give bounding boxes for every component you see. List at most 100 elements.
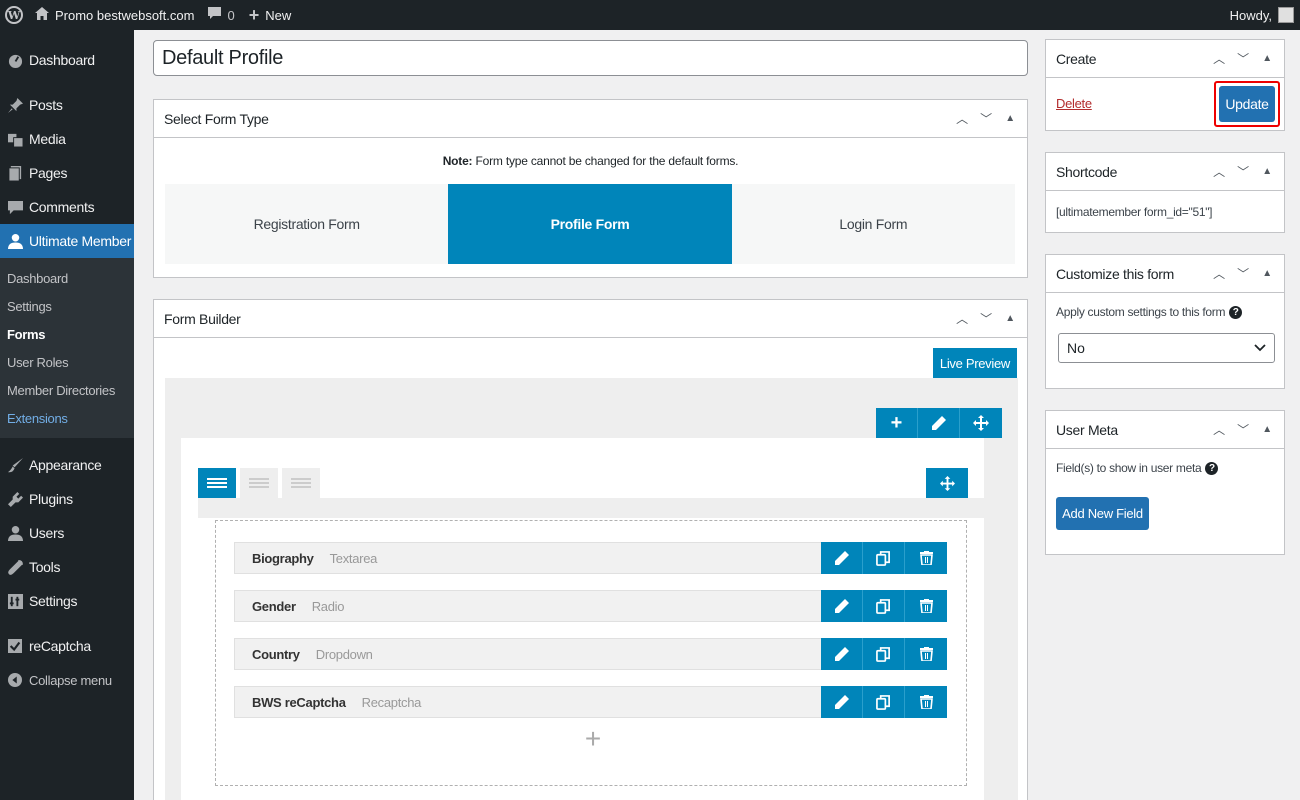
- duplicate-field-button[interactable]: [863, 590, 905, 622]
- account-menu[interactable]: Howdy,: [1230, 0, 1294, 30]
- collapse-menu-button[interactable]: Collapse menu: [0, 663, 134, 697]
- toggle-triangle-icon[interactable]: ▲: [1260, 53, 1274, 64]
- live-preview-button[interactable]: Live Preview: [932, 348, 1017, 378]
- sidebar-item-ultimate-member[interactable]: Ultimate Member: [0, 224, 134, 258]
- chevron-down-icon[interactable]: ﹀: [1236, 265, 1250, 282]
- submenu-item-settings[interactable]: Settings: [0, 292, 134, 320]
- new-content-link[interactable]: + New: [242, 0, 299, 30]
- sidebar-item-comments[interactable]: Comments: [0, 190, 134, 224]
- form-type-profile[interactable]: Profile Form: [448, 184, 732, 264]
- edit-field-button[interactable]: [821, 686, 863, 718]
- delete-field-button[interactable]: [905, 542, 947, 574]
- customize-select[interactable]: No: [1058, 333, 1275, 363]
- sidebar-item-posts[interactable]: Posts: [0, 88, 134, 122]
- sidebar-item-label: Media: [29, 131, 66, 147]
- chevron-up-icon[interactable]: ︿: [1212, 265, 1226, 282]
- customize-label: Apply custom settings to this form?: [1056, 305, 1243, 320]
- toggle-triangle-icon[interactable]: ▲: [1260, 166, 1274, 177]
- sidebar-item-tools[interactable]: Tools: [0, 550, 134, 584]
- edit-field-button[interactable]: [821, 590, 863, 622]
- trash-icon: [919, 551, 933, 565]
- brush-icon: [7, 457, 23, 473]
- edit-row-button[interactable]: [918, 408, 960, 438]
- sidebar-item-users[interactable]: Users: [0, 516, 134, 550]
- sidebar-item-pages[interactable]: Pages: [0, 156, 134, 190]
- chevron-down-icon[interactable]: ﹀: [1236, 163, 1250, 180]
- delete-field-button[interactable]: [905, 686, 947, 718]
- toggle-triangle-icon[interactable]: ▲: [1003, 113, 1017, 124]
- chevron-up-icon[interactable]: ︿: [1212, 421, 1226, 438]
- sidebar-item-appearance[interactable]: Appearance: [0, 448, 134, 482]
- chevron-up-icon[interactable]: ︿: [955, 110, 969, 127]
- field-type: Textarea: [329, 550, 378, 566]
- sidebar-item-recaptcha[interactable]: reCaptcha: [0, 629, 134, 663]
- select-form-type-box: Select Form Type ︿ ﹀ ▲ Note: Form type c…: [153, 99, 1028, 278]
- plus-icon: +: [248, 4, 260, 25]
- sidebar-item-settings[interactable]: Settings: [0, 584, 134, 618]
- toggle-triangle-icon[interactable]: ▲: [1260, 268, 1274, 279]
- add-field-plus-icon[interactable]: +: [581, 723, 605, 754]
- chevron-down-icon[interactable]: ﹀: [1236, 50, 1250, 67]
- chevron-up-icon[interactable]: ︿: [1212, 50, 1226, 67]
- chevron-up-icon[interactable]: ︿: [955, 310, 969, 327]
- submenu-item-user-roles[interactable]: User Roles: [0, 348, 134, 376]
- column-strip: [198, 498, 984, 518]
- toggle-triangle-icon[interactable]: ▲: [1003, 313, 1017, 324]
- delete-link[interactable]: Delete: [1056, 96, 1092, 111]
- chevron-down-icon[interactable]: ﹀: [979, 310, 993, 327]
- update-button[interactable]: Update: [1219, 86, 1275, 122]
- form-type-selector: Registration Form Profile Form Login For…: [165, 184, 1015, 264]
- field-row-biography[interactable]: Biography Textarea: [234, 542, 947, 574]
- media-icon: [7, 131, 23, 147]
- two-column-tab[interactable]: [240, 468, 278, 498]
- delete-field-button[interactable]: [905, 590, 947, 622]
- new-label: New: [265, 7, 292, 23]
- sidebar-item-dashboard[interactable]: Dashboard: [0, 43, 134, 77]
- help-icon[interactable]: ?: [1205, 462, 1219, 476]
- chevron-up-icon[interactable]: ︿: [1212, 163, 1226, 180]
- delete-field-button[interactable]: [905, 638, 947, 670]
- pencil-icon: [834, 647, 849, 661]
- field-row-gender[interactable]: Gender Radio: [234, 590, 947, 622]
- submenu-item-dashboard[interactable]: Dashboard: [0, 264, 134, 292]
- one-column-tab[interactable]: [198, 468, 236, 498]
- shortcode-value[interactable]: [ultimatemember form_id="51"]: [1056, 205, 1213, 219]
- duplicate-field-button[interactable]: [863, 542, 905, 574]
- comments-link[interactable]: 0: [201, 0, 241, 30]
- chevron-down-icon[interactable]: ﹀: [979, 110, 993, 127]
- sidebar-item-label: Settings: [29, 593, 78, 609]
- site-name-link[interactable]: Promo bestwebsoft.com: [28, 0, 201, 30]
- form-type-login[interactable]: Login Form: [732, 184, 1015, 264]
- box-heading: User Meta: [1056, 421, 1118, 438]
- chevron-down-icon[interactable]: ﹀: [1236, 421, 1250, 438]
- add-row-button[interactable]: +: [876, 408, 918, 438]
- help-icon[interactable]: ?: [1229, 306, 1243, 320]
- duplicate-field-button[interactable]: [863, 638, 905, 670]
- shortcode-box: Shortcode ︿ ﹀ ▲ [ultimatemember form_id=…: [1045, 152, 1285, 233]
- duplicate-field-button[interactable]: [863, 686, 905, 718]
- pencil-icon: [931, 416, 946, 430]
- sidebar-item-media[interactable]: Media: [0, 122, 134, 156]
- submenu-item-forms[interactable]: Forms: [0, 320, 134, 348]
- move-section-button[interactable]: [926, 468, 968, 498]
- wordpress-logo-icon[interactable]: W: [0, 0, 28, 30]
- form-title-input[interactable]: Default Profile: [153, 40, 1028, 76]
- three-column-tab[interactable]: [282, 468, 320, 498]
- form-type-registration[interactable]: Registration Form: [165, 184, 448, 264]
- submenu-item-extensions[interactable]: Extensions: [0, 404, 134, 432]
- sidebar-item-plugins[interactable]: Plugins: [0, 482, 134, 516]
- add-new-field-button[interactable]: Add New Field: [1056, 497, 1149, 530]
- submenu-item-member-directories[interactable]: Member Directories: [0, 376, 134, 404]
- fields-drop-area: Biography Textarea Gender Radio Country …: [215, 520, 967, 786]
- sidebar-item-label: reCaptcha: [29, 638, 91, 654]
- edit-field-button[interactable]: [821, 542, 863, 574]
- field-row-bws-recaptcha[interactable]: BWS reCaptcha Recaptcha: [234, 686, 947, 718]
- settings-icon: [7, 593, 23, 609]
- move-row-button[interactable]: [960, 408, 1002, 438]
- edit-field-button[interactable]: [821, 638, 863, 670]
- toggle-triangle-icon[interactable]: ▲: [1260, 424, 1274, 435]
- create-box: Create ︿ ﹀ ▲ Delete Update: [1045, 39, 1285, 131]
- users-icon: [7, 525, 23, 541]
- form-title-value: Default Profile: [162, 46, 284, 69]
- field-row-country[interactable]: Country Dropdown: [234, 638, 947, 670]
